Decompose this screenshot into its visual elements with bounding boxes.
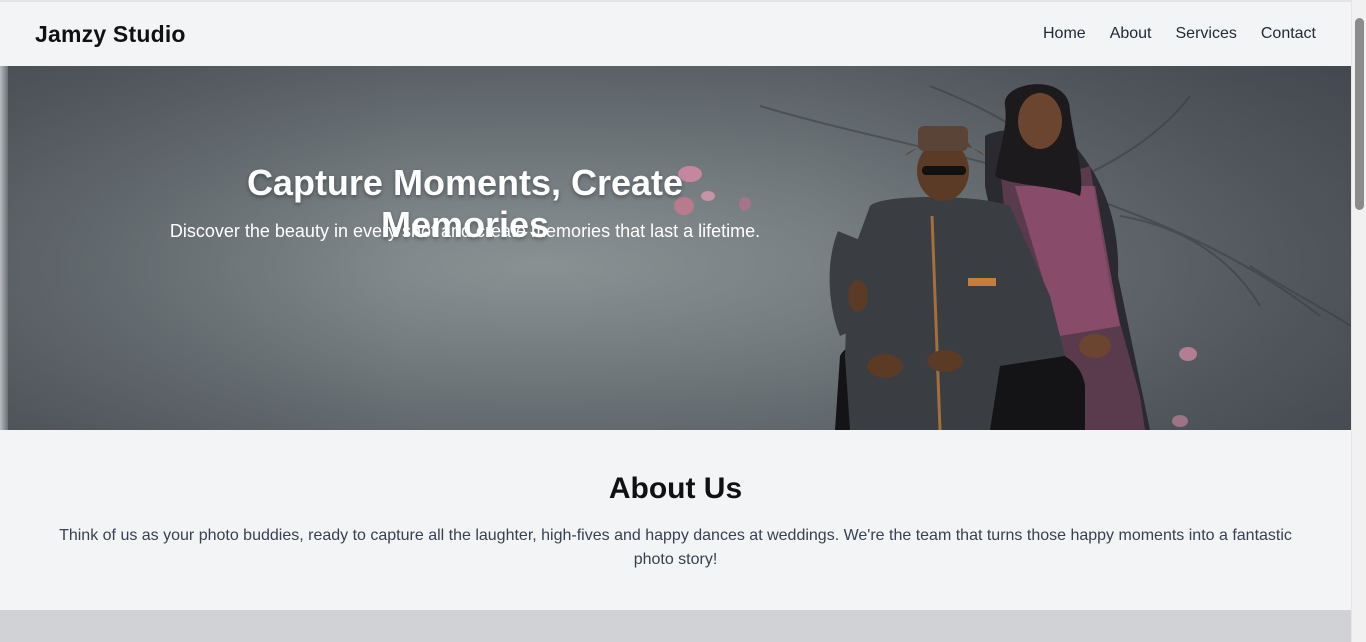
next-section-band [0, 610, 1351, 642]
hero-subtitle: Discover the beauty in every shot and cr… [169, 221, 761, 241]
main-nav: Home About Services Contact [1043, 25, 1316, 43]
scrollbar-thumb[interactable] [1355, 18, 1364, 210]
nav-about-link[interactable]: About [1110, 25, 1152, 43]
about-title: About Us [608, 472, 743, 505]
hero-portrait-image [674, 84, 1351, 430]
site-header: Jamzy Studio Home About Services Contact [0, 2, 1351, 66]
nav-services-link[interactable]: Services [1176, 25, 1237, 43]
couple-figures [829, 84, 1150, 430]
brand-logo[interactable]: Jamzy Studio [35, 21, 186, 48]
page-scrollbar[interactable] [1351, 0, 1366, 642]
about-text: Think of us as your photo buddies, ready… [59, 527, 1292, 568]
about-section: About Us Think of us as your photo buddi… [0, 430, 1351, 610]
nav-home-link[interactable]: Home [1043, 25, 1086, 43]
hero-section: Capture Moments, Create Memories Discove… [0, 66, 1351, 430]
nav-contact-link[interactable]: Contact [1261, 25, 1316, 43]
